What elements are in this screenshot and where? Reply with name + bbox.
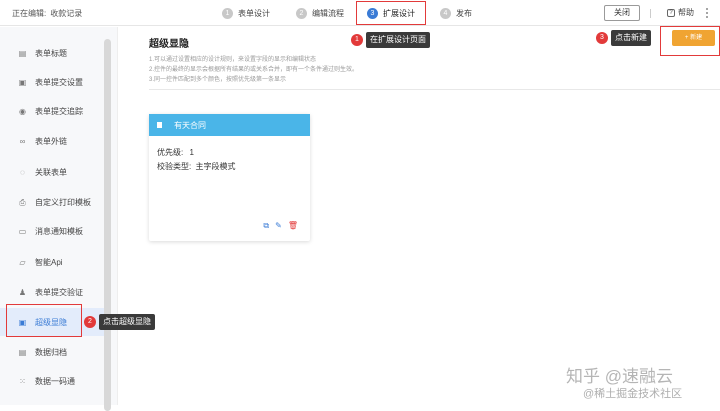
step-edit-flow[interactable]: 2 编辑流程 [296, 0, 344, 26]
message-icon: ▭ [18, 226, 27, 236]
sidebar-item-label: 表单提交设置 [35, 77, 83, 87]
rule-card[interactable]: 有天合同 优先级: 1 校验类型: 主字段模式 ⧉ ✎ 🗑 [149, 114, 310, 241]
sidebar-item-label: 表单提交验证 [35, 287, 83, 297]
step-number: 2 [296, 7, 307, 19]
step-highlight-box [356, 1, 426, 25]
description-line: 2.控件的最终的显示会根据所有结果的或关系合并，即有一个条件通过则生效。 [149, 67, 359, 73]
step-publish[interactable]: 4 发布 [440, 0, 472, 26]
annotation-badge: 2 [84, 316, 96, 328]
sidebar-scrollbar[interactable] [104, 39, 111, 411]
watermark-secondary: @稀土掘金技术社区 [583, 388, 683, 400]
annotation-tip: 在扩展设计页面 [366, 32, 430, 48]
sidebar-item-label: 表单外链 [35, 136, 67, 146]
help-label: 帮助 [678, 8, 694, 17]
type-value: 主字段模式 [195, 162, 236, 171]
more-icon[interactable] [706, 8, 708, 18]
sidebar-item-smart-api[interactable]: ▱ 智能Api [0, 248, 104, 276]
form-name: 收款记录 [50, 9, 83, 18]
priority-value: 1 [189, 148, 194, 157]
description-line: 1.可以通过设置相应的设计规则，来设置字段的显示和编辑状态 [149, 57, 317, 63]
sidebar-item-label: 关联表单 [35, 167, 67, 177]
flag-icon [157, 122, 162, 128]
main-content: 超级显隐 1.可以通过设置相应的设计规则，来设置字段的显示和编辑状态 2.控件的… [119, 26, 720, 405]
sidebar-item-label: 数据归档 [35, 347, 67, 357]
edit-icon[interactable]: ✎ [275, 221, 282, 231]
form-title-icon: ▤ [18, 48, 27, 58]
card-actions: ⧉ ✎ 🗑 [263, 221, 298, 231]
delete-icon[interactable]: 🗑 [288, 221, 298, 231]
copy-icon[interactable]: ⧉ [263, 221, 269, 231]
card-body: 优先级: 1 校验类型: 主字段模式 [149, 136, 310, 184]
sidebar-item-label: 智能Api [35, 257, 63, 267]
grid-icon: ⁙ [19, 376, 26, 386]
editing-label: 正在编辑: [12, 9, 47, 18]
step-label: 编辑流程 [312, 8, 344, 18]
card-type: 校验类型: 主字段模式 [157, 160, 302, 174]
close-button[interactable]: 关闭 [604, 5, 640, 21]
description-line: 3.同一控件匹配到多个颜色，按照优先级第一条显示 [149, 77, 287, 83]
description: 1.可以通过设置相应的设计规则，来设置字段的显示和编辑状态 2.控件的最终的显示… [149, 55, 358, 85]
submit-settings-icon: ▣ [18, 77, 27, 87]
sidebar-item-label: 表单提交追踪 [35, 106, 83, 116]
eye-icon: ◉ [19, 106, 26, 116]
link-icon: ∞ [19, 136, 26, 146]
watermark: 知乎 @速融云 [566, 367, 673, 386]
divider [149, 89, 720, 90]
sidebar-item-message-template[interactable]: ▭ 消息通知模板 [0, 217, 104, 245]
sidebar-item-data-archive[interactable]: ▤ 数据归档 [0, 338, 104, 366]
new-button[interactable]: + 新建 [672, 30, 715, 46]
sidebar: ▤ 表单标题 ▣ 表单提交设置 ◉ 表单提交追踪 ∞ 表单外链 ◌ 关联表单 ⎙… [0, 27, 118, 411]
api-icon: ▱ [19, 257, 26, 267]
sidebar-item-data-qrcode[interactable]: ⁙ 数据一码通 [0, 367, 104, 395]
step-number: 4 [440, 7, 451, 19]
card-priority: 优先级: 1 [157, 146, 302, 160]
step-number: 1 [222, 7, 233, 19]
sidebar-item-related-form[interactable]: ◌ 关联表单 [0, 158, 104, 186]
step-label: 表单设计 [238, 8, 270, 18]
annotation-badge: 1 [351, 34, 363, 46]
sidebar-highlight-box [6, 304, 82, 337]
sidebar-item-submit-verify[interactable]: ♟ 表单提交验证 [0, 278, 104, 306]
priority-label: 优先级: [157, 148, 184, 157]
archive-icon: ▤ [18, 347, 27, 357]
sidebar-item-external-link[interactable]: ∞ 表单外链 [0, 127, 104, 155]
card-header: 有天合同 [149, 114, 310, 136]
card-title: 有天合同 [174, 120, 206, 130]
divider [650, 9, 651, 18]
annotation-tip: 点击超级显隐 [99, 314, 155, 330]
sidebar-item-label: 消息通知模板 [35, 226, 83, 236]
page-title: 超级显隐 [149, 39, 189, 50]
annotation-tip: 点击新建 [611, 30, 651, 46]
sidebar-item-form-title[interactable]: ▤ 表单标题 [0, 39, 104, 67]
step-label: 发布 [456, 8, 472, 18]
sidebar-item-label: 数据一码通 [35, 376, 75, 386]
sidebar-item-submit-tracking[interactable]: ◉ 表单提交追踪 [0, 97, 104, 125]
print-icon: ⎙ [19, 197, 26, 207]
step-form-design[interactable]: 1 表单设计 [222, 0, 270, 26]
user-verify-icon: ♟ [18, 287, 27, 297]
sidebar-item-print-template[interactable]: ⎙ 自定义打印模板 [0, 188, 104, 216]
sidebar-item-label: 表单标题 [35, 48, 67, 58]
help-icon: ? [667, 8, 675, 17]
sidebar-item-submit-settings[interactable]: ▣ 表单提交设置 [0, 68, 104, 96]
editing-indicator: 正在编辑: 收款记录 [12, 8, 82, 19]
type-label: 校验类型: [157, 162, 192, 171]
related-form-icon: ◌ [20, 167, 25, 177]
top-bar: 正在编辑: 收款记录 1 表单设计 2 编辑流程 3 扩展设计 4 发布 关闭 ?… [0, 0, 720, 26]
annotation-badge: 3 [596, 32, 608, 44]
sidebar-item-label: 自定义打印模板 [35, 197, 91, 207]
help-button[interactable]: ? 帮助 [667, 7, 694, 18]
